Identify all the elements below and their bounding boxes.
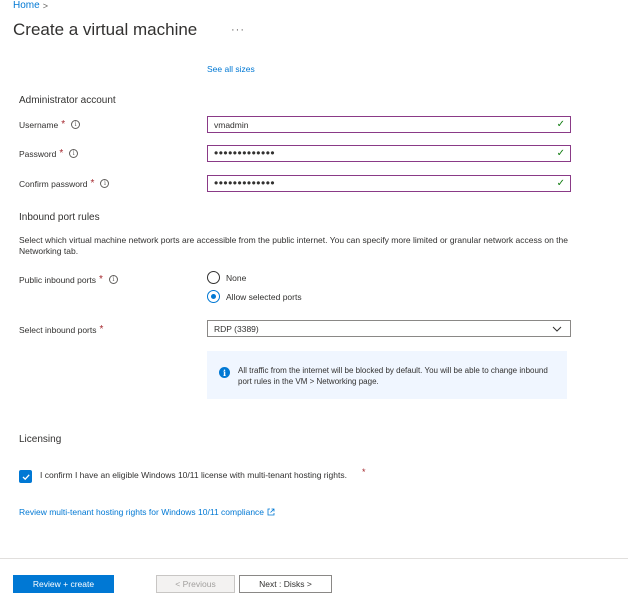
check-icon: ✓ <box>556 178 565 189</box>
review-hosting-rights-text: Review multi-tenant hosting rights for W… <box>19 507 265 517</box>
radio-allow-selected-label: Allow selected ports <box>226 291 302 302</box>
required-asterisk: * <box>61 119 66 130</box>
info-icon[interactable]: i <box>71 120 81 129</box>
radio-none[interactable]: None <box>207 271 246 284</box>
radio-none-label: None <box>226 272 247 283</box>
password-mask: ••••••••••••• <box>214 145 276 160</box>
username-label-text: Username <box>19 119 59 130</box>
confirm-password-label-text: Confirm password <box>19 178 88 189</box>
password-label-text: Password <box>19 148 57 159</box>
page-title: Create a virtual machine <box>13 20 198 39</box>
checkmark-icon <box>22 473 30 480</box>
info-banner: i All traffic from the internet will be … <box>207 351 567 399</box>
public-inbound-ports-label-text: Public inbound ports <box>19 274 97 285</box>
required-asterisk: * <box>362 467 366 477</box>
review-create-button[interactable]: Review + create <box>13 575 114 593</box>
required-asterisk: * <box>59 148 64 159</box>
confirm-password-mask: ••••••••••••• <box>214 175 276 190</box>
info-icon: i <box>219 367 230 378</box>
radio-none-circle[interactable] <box>207 271 220 284</box>
footer-divider <box>0 558 628 559</box>
username-input[interactable]: vmadmin ✓ <box>207 116 571 133</box>
required-asterisk: * <box>99 274 103 285</box>
password-input[interactable]: ••••••••••••• ✓ <box>207 145 571 162</box>
previous-button[interactable]: < Previous <box>156 575 235 593</box>
confirm-password-label: Confirm password * i <box>19 178 110 189</box>
info-icon[interactable]: i <box>108 275 118 284</box>
radio-allow-selected-circle[interactable] <box>207 290 220 303</box>
inbound-section-title: Inbound port rules <box>19 212 100 223</box>
select-inbound-ports-label-text: Select inbound ports <box>19 324 97 335</box>
chevron-right-icon: > <box>42 0 48 11</box>
see-all-sizes-link[interactable]: See all sizes <box>207 64 255 74</box>
select-inbound-ports-label: Select inbound ports * <box>19 324 103 335</box>
license-confirm-label[interactable]: I confirm I have an eligible Windows 10/… <box>40 470 350 481</box>
more-options-button[interactable]: ··· <box>231 24 245 36</box>
licensing-section-title: Licensing <box>19 434 62 445</box>
public-inbound-ports-label: Public inbound ports * i <box>19 274 118 285</box>
required-asterisk: * <box>90 178 95 189</box>
password-label: Password * i <box>19 148 79 159</box>
breadcrumb-home-link[interactable]: Home <box>13 0 40 11</box>
check-icon: ✓ <box>556 148 565 159</box>
radio-allow-selected-ports[interactable]: Allow selected ports <box>207 290 302 303</box>
external-link-icon <box>267 508 275 516</box>
inbound-ports-value: RDP (3389) <box>214 323 259 334</box>
confirm-password-input[interactable]: ••••••••••••• ✓ <box>207 175 571 192</box>
next-disks-button[interactable]: Next : Disks > <box>239 575 332 593</box>
info-icon[interactable]: i <box>100 179 110 188</box>
inbound-ports-dropdown[interactable]: RDP (3389) <box>207 320 571 337</box>
required-asterisk: * <box>99 324 104 335</box>
username-label: Username * i <box>19 119 81 130</box>
chevron-down-icon <box>552 326 562 332</box>
breadcrumb: Home > <box>13 0 48 11</box>
admin-section-title: Administrator account <box>19 95 116 106</box>
inbound-description: Select which virtual machine network por… <box>19 235 568 256</box>
username-value: vmadmin <box>214 119 249 130</box>
info-banner-text: All traffic from the internet will be bl… <box>238 366 548 386</box>
info-icon[interactable]: i <box>69 149 79 158</box>
license-confirm-checkbox[interactable] <box>19 470 32 483</box>
review-hosting-rights-link[interactable]: Review multi-tenant hosting rights for W… <box>19 507 275 517</box>
check-icon: ✓ <box>556 119 565 130</box>
